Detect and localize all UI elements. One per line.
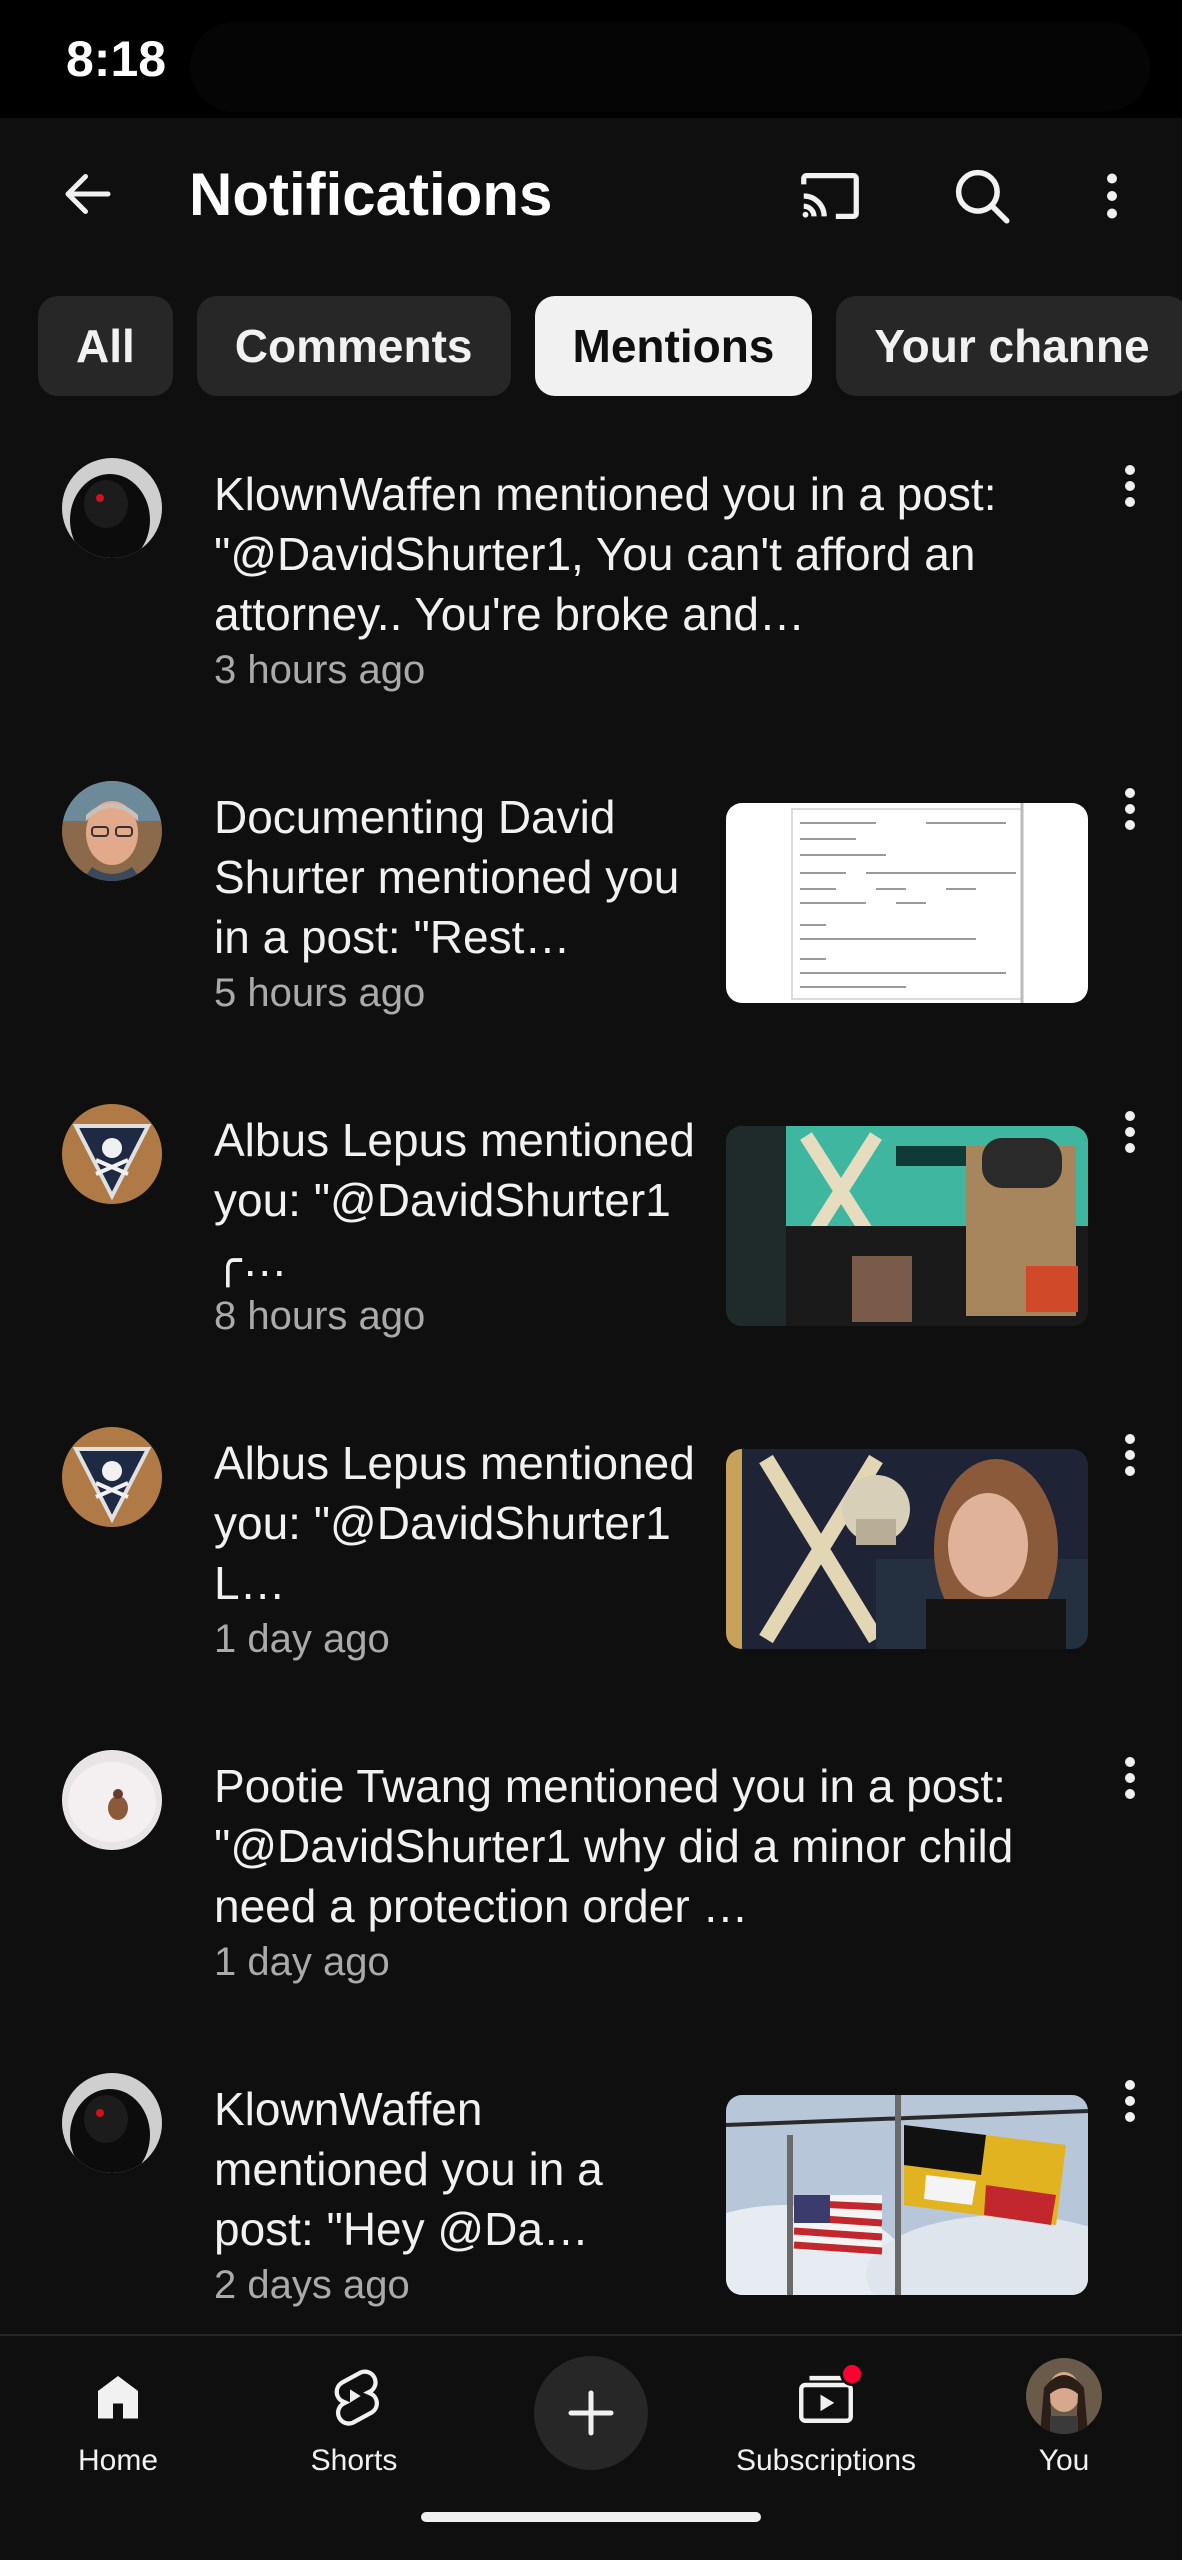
notification-item[interactable]: Albus Lepus mentioned you: "@DavidShurte… [0,1086,1182,1386]
thumbnail[interactable] [726,1126,1088,1326]
profile-avatar-icon [1026,2358,1102,2434]
hooded-figure-avatar-image [62,2073,162,2173]
notification-menu-button[interactable] [1106,787,1154,859]
notification-menu-button[interactable] [1106,464,1154,536]
skull-and-person-thumbnail-image [726,1449,1088,1649]
nav-subscriptions-label: Subscriptions [735,2444,917,2477]
notification-time: 1 day ago [214,1940,390,1984]
more-vert-icon [1125,1757,1135,1799]
notification-item[interactable]: KlownWaffen mentioned you in a post: "He… [0,2055,1182,2355]
notification-time: 8 hours ago [214,1294,426,1338]
thumbnail[interactable] [726,803,1088,1003]
thumbnail[interactable] [726,2095,1088,2295]
chip-comments[interactable]: Comments [196,296,511,396]
notification-menu-button[interactable] [1106,1433,1154,1505]
more-vert-icon [1107,173,1117,219]
channel-collage-thumbnail-image [726,1126,1088,1326]
thumbnail[interactable] [726,1449,1088,1649]
bottom-navigation: Home Shorts Subscriptions You [0,2334,1182,2560]
avatar[interactable] [62,781,162,881]
avatar[interactable] [62,1750,162,1850]
back-button[interactable] [48,154,128,234]
avatar[interactable] [62,458,162,558]
notification-item[interactable]: Pootie Twang mentioned you in a post: "@… [0,1732,1182,2032]
gesture-home-indicator[interactable] [421,2512,761,2522]
notification-menu-button[interactable] [1106,1756,1154,1828]
top-app-bar: Notifications [0,118,1182,274]
arrow-left-icon [65,174,111,214]
chip-your-channel[interactable]: Your channe [836,296,1182,396]
notification-time: 5 hours ago [214,971,426,1015]
plus-icon [568,2390,614,2436]
more-options-button[interactable] [1070,154,1154,238]
avatar[interactable] [62,1427,162,1527]
notification-time: 2 days ago [214,2263,410,2307]
search-button[interactable] [940,154,1024,238]
notification-time: 1 day ago [214,1617,390,1661]
notification-text: KlownWaffen mentioned you in a post: "@D… [214,468,997,640]
filter-chips: All Comments Mentions Your channe [38,296,1182,396]
nav-shorts[interactable]: Shorts [254,2356,454,2496]
search-icon [955,169,1010,224]
man-portrait-avatar-image [62,781,162,881]
status-time: 8:18 [66,31,167,87]
notification-text: KlownWaffen mentioned you in a post: "He… [214,2083,603,2255]
chip-mentions[interactable]: Mentions [534,296,813,396]
round-figure-avatar-image [62,1750,162,1850]
notification-text: Albus Lepus mentioned you: "@DavidShurte… [214,1437,695,1609]
notification-badge [840,2362,864,2386]
notification-menu-button[interactable] [1106,1110,1154,1182]
notification-text: Documenting David Shurter mentioned you … [214,791,680,963]
nav-home-label: Home [77,2444,159,2477]
more-vert-icon [1125,1111,1135,1153]
more-vert-icon [1125,788,1135,830]
nav-you-label: You [1038,2444,1090,2477]
cast-button[interactable] [788,154,872,238]
nav-subscriptions[interactable]: Subscriptions [726,2356,926,2496]
notifications-screen: 8:18 Notifications All Comments Mentions… [0,0,1182,2560]
notification-time: 3 hours ago [214,648,426,692]
home-icon [98,2376,138,2419]
notification-item[interactable]: Documenting David Shurter mentioned you … [0,763,1182,1063]
avatar[interactable] [62,1104,162,1204]
nav-home[interactable]: Home [18,2356,218,2496]
create-button[interactable] [534,2356,648,2470]
status-bar: 8:18 [0,0,1182,118]
hooded-figure-avatar-image [62,458,162,558]
page-title: Notifications [189,161,553,228]
flags-on-poles-thumbnail-image [726,2095,1088,2295]
chip-all[interactable]: All [38,296,173,396]
more-vert-icon [1125,465,1135,507]
skull-crossbones-shield-avatar-image [62,1427,162,1527]
skull-crossbones-shield-avatar-image [62,1104,162,1204]
nav-you[interactable]: You [964,2356,1164,2496]
notification-item[interactable]: KlownWaffen mentioned you in a post: "@D… [0,440,1182,740]
more-vert-icon [1125,1434,1135,1476]
nav-shorts-label: Shorts [310,2444,398,2477]
notification-text: Albus Lepus mentioned you: "@DavidShurte… [214,1114,695,1286]
shorts-icon [334,2369,379,2426]
redacted-area [190,22,1150,112]
notification-menu-button[interactable] [1106,2079,1154,2151]
notification-item[interactable]: Albus Lepus mentioned you: "@DavidShurte… [0,1409,1182,1709]
document-screenshot-thumbnail-image [726,803,1088,1003]
avatar[interactable] [62,2073,162,2173]
notification-text: Pootie Twang mentioned you in a post: "@… [214,1760,1014,1932]
cast-icon [801,172,859,220]
more-vert-icon [1125,2080,1135,2122]
